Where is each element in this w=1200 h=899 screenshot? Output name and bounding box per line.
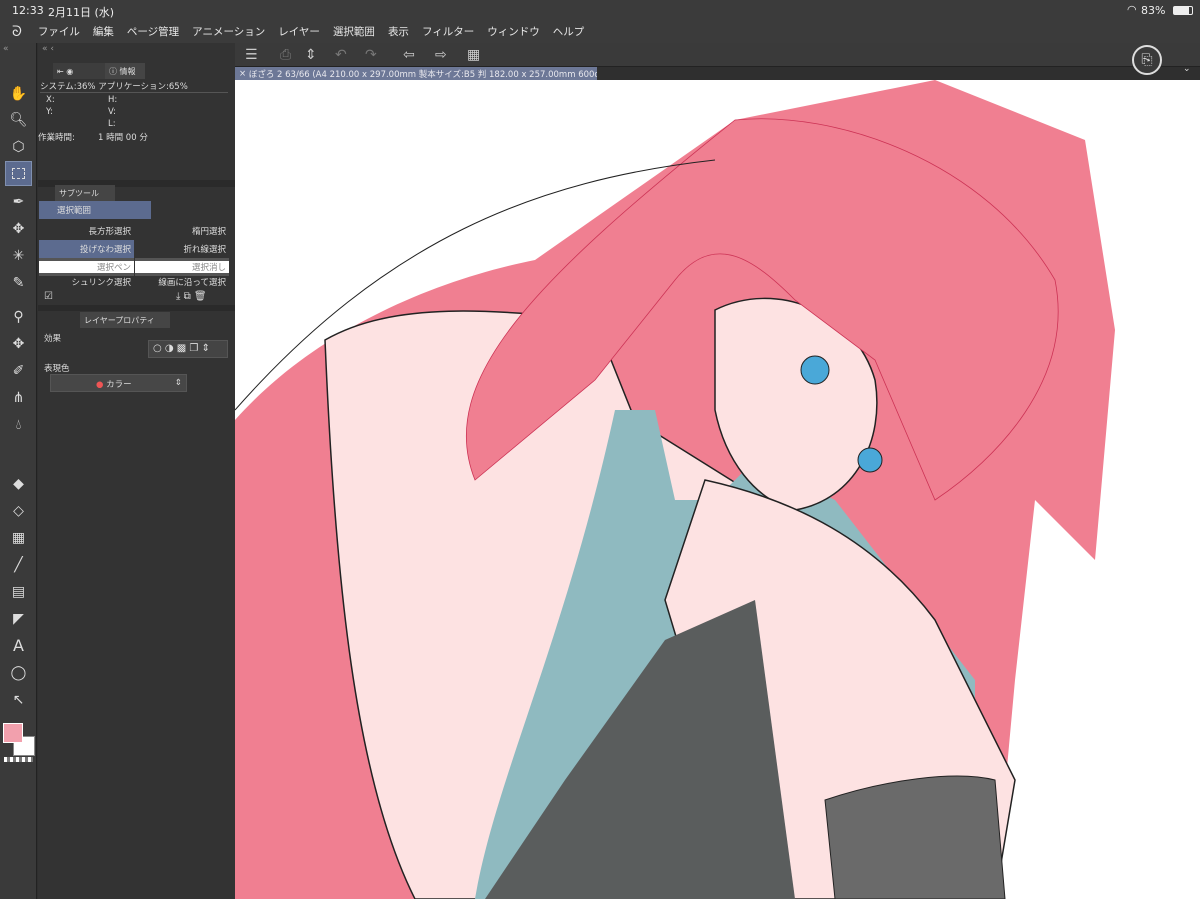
subtool-selection-pen[interactable]: 選択ペン: [39, 258, 134, 276]
main-color-swatch[interactable]: [3, 723, 23, 743]
tab-info[interactable]: ⓘ 情報: [105, 63, 145, 79]
menu-page[interactable]: ページ管理: [127, 24, 179, 39]
x-label: X:: [46, 95, 55, 105]
collapse-icon[interactable]: «: [3, 44, 9, 54]
h-label: H:: [108, 95, 118, 105]
menu-filter[interactable]: フィルター: [422, 24, 474, 39]
balloon-icon[interactable]: ◯: [5, 660, 32, 685]
status-bar: 12:33 2月11日 (水) ◠ 83%: [0, 0, 1200, 20]
menu-bar: ᘐ ファイル 編集 ページ管理 アニメーション レイヤー 選択範囲 表示 フィル…: [0, 20, 1200, 43]
expression-color-label: 表現色: [44, 364, 70, 374]
eyedropper-icon[interactable]: ⚲: [5, 304, 32, 329]
prev-page-icon[interactable]: ⇦: [403, 47, 415, 63]
subtool-line-select[interactable]: 線画に沿って選択: [135, 276, 229, 286]
eraser-icon[interactable]: ◇: [5, 498, 32, 523]
subtool-polyline-select[interactable]: 折れ線選択: [135, 240, 229, 258]
stepper-icon[interactable]: ⇕: [305, 47, 317, 63]
color-mode-icon: ●: [96, 380, 104, 390]
tab-subtool[interactable]: サブツール: [55, 185, 115, 201]
zoom-tool-icon[interactable]: 🔍︎: [5, 107, 32, 132]
frame-icon[interactable]: ▤: [5, 579, 32, 604]
info-icon: ⓘ: [109, 66, 120, 76]
tab-layer-property[interactable]: レイヤープロパティ: [80, 312, 170, 328]
menu-selection[interactable]: 選択範囲: [333, 24, 375, 39]
hand-tool-icon[interactable]: ✋: [5, 81, 32, 106]
ruler-icon[interactable]: ◤: [5, 606, 32, 631]
correct-line-icon[interactable]: ↖: [5, 687, 32, 712]
divider: [40, 92, 228, 93]
tab-navigator[interactable]: ⇤ ◉: [53, 63, 105, 79]
companion-mode-icon[interactable]: ⎘: [1132, 45, 1162, 75]
eye-left: [800, 355, 830, 385]
fill-icon[interactable]: ◆: [5, 471, 32, 496]
battery-text: 83%: [1141, 4, 1166, 17]
next-page-icon[interactable]: ⇨: [435, 47, 447, 63]
date: 2月11日 (水): [48, 6, 115, 19]
print-icon[interactable]: ⎙: [280, 47, 291, 63]
decoration-icon[interactable]: ⋔: [5, 385, 32, 410]
selection-tool-icon[interactable]: [5, 161, 32, 186]
menu-file[interactable]: ファイル: [38, 24, 80, 39]
subtool-selection-eraser[interactable]: 選択消し: [135, 258, 229, 276]
undo-icon[interactable]: ↶: [335, 47, 347, 63]
close-icon[interactable]: ×: [239, 69, 249, 79]
divider: [38, 305, 235, 311]
move-layer-icon[interactable]: ✥: [5, 331, 32, 356]
menu-help[interactable]: ヘルプ: [553, 24, 585, 39]
l-label: L:: [108, 119, 116, 129]
subtool-shrink-select[interactable]: シュリンク選択: [39, 276, 134, 286]
battery-icon: [1173, 6, 1193, 15]
time: 12:33: [12, 4, 44, 17]
line-icon[interactable]: ╱: [5, 552, 32, 577]
eye-right: [857, 447, 883, 473]
redo-icon[interactable]: ↷: [365, 47, 377, 63]
menu-icon[interactable]: ☰: [245, 47, 258, 63]
memory-usage: システム:36% アプリケーション:65%: [40, 82, 188, 92]
subtool-ellipse-select[interactable]: 楕円選択: [135, 222, 229, 240]
transparent-color-icon[interactable]: [4, 757, 33, 762]
side-panel: « ‹ ⇤ ◉ ⓘ 情報 システム:36% アプリケーション:65% X: Y:…: [38, 43, 235, 899]
effect-buttons[interactable]: ○ ◑ ▩ ❐ ⇕: [148, 340, 228, 358]
chevron-down-icon[interactable]: ⌄: [1183, 64, 1191, 74]
work-time-value: 1 時間 00 分: [98, 133, 148, 143]
expression-color-select[interactable]: ● カラー ⇕: [50, 374, 187, 392]
subtool-group-selection[interactable]: 選択範囲: [39, 201, 151, 219]
object-tool-icon[interactable]: ⬡: [5, 134, 32, 159]
sleeve-right: [824, 775, 1006, 899]
command-bar: ☰ ⎙ ⇕ ↶ ↷ ⇦ ⇨ ▦ ⎘ ⌄: [235, 43, 1200, 75]
artwork: [235, 80, 1115, 899]
wifi-icon: ◠: [1127, 3, 1137, 16]
menu-view[interactable]: 表示: [388, 24, 409, 39]
subtool-rect-select[interactable]: 長方形選択: [39, 222, 134, 240]
menu-animation[interactable]: アニメーション: [192, 24, 265, 39]
gradient-icon[interactable]: ▦: [5, 525, 32, 550]
document-tab[interactable]: × ぼざろ 2 63/66 (A4 210.00 x 297.00mm 製本サイ…: [235, 67, 597, 80]
menu-window[interactable]: ウィンドウ: [487, 24, 540, 39]
move-tool-icon[interactable]: ✥: [5, 216, 32, 241]
canvas[interactable]: [235, 80, 1200, 899]
pencil-icon[interactable]: ✐: [5, 358, 32, 383]
menu-layer[interactable]: レイヤー: [278, 24, 320, 39]
y-label: Y:: [46, 107, 53, 117]
effect-label: 効果: [44, 334, 62, 344]
copy-subtool-icon[interactable]: ⤓ ⧉ 🗑︎: [176, 291, 207, 302]
app-logo-icon[interactable]: ᘐ: [12, 24, 22, 40]
collapse-panel-icon[interactable]: « ‹: [42, 44, 54, 54]
tool-palette: « ✋ 🔍︎ ⬡ ✒ ✥ ✳ ✎ ⚲ ✥ ✐ ⋔ 💧︎ ◆ ◇ ▦ ╱ ▤ ◤ …: [0, 43, 37, 899]
pen-tool-icon[interactable]: ✒: [5, 189, 32, 214]
v-label: V:: [108, 107, 116, 117]
magic-wand-icon[interactable]: ✳: [5, 243, 32, 268]
page-manager-icon[interactable]: ▦: [467, 47, 480, 63]
subtool-settings-icon[interactable]: ☑: [44, 291, 53, 302]
work-time-label: 作業時間:: [38, 133, 75, 143]
text-tool-icon[interactable]: A: [5, 633, 32, 658]
menu-edit[interactable]: 編集: [93, 24, 114, 39]
blend-icon[interactable]: 💧︎: [5, 412, 32, 437]
subtool-lasso-select[interactable]: 投げなわ選択: [39, 240, 134, 258]
pen-icon[interactable]: ✎: [5, 270, 32, 295]
